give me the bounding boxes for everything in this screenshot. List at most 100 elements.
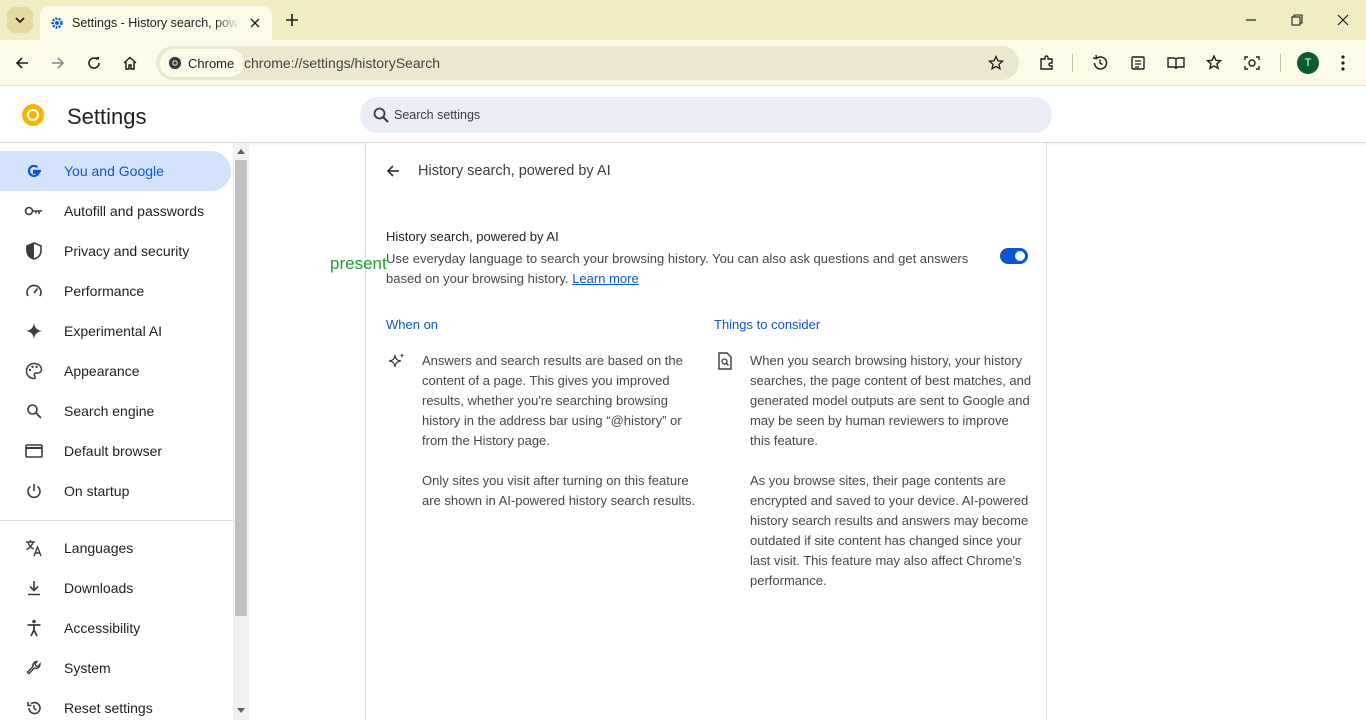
sidebar-item-performance[interactable]: Performance — [0, 271, 231, 311]
tab-title: Settings - History search, powered by AI — [72, 16, 240, 30]
profile-avatar[interactable]: T — [1297, 52, 1319, 74]
things-to-consider-heading: Things to consider — [714, 317, 821, 332]
when-on-heading: When on — [386, 317, 439, 332]
url-text[interactable]: chrome://settings/historySearch — [244, 55, 440, 71]
feature-description: Use everyday language to search your bro… — [386, 249, 971, 289]
search-box[interactable] — [360, 97, 1052, 133]
accessibility-icon — [23, 617, 45, 639]
plus-icon — [286, 14, 298, 26]
minimize-icon — [1246, 19, 1256, 21]
when-on-paragraph-2: Only sites you visit after turning on th… — [422, 473, 696, 508]
sidebar-item-system[interactable]: System — [0, 648, 231, 688]
google-g-icon — [23, 160, 45, 182]
sidebar-item-default-browser[interactable]: Default browser — [0, 431, 231, 471]
home-button[interactable] — [118, 51, 142, 75]
tab-search-button[interactable] — [7, 7, 33, 33]
minimize-button[interactable] — [1239, 8, 1263, 32]
scrollbar-thumb[interactable] — [235, 160, 247, 616]
subpage-title: History search, powered by AI — [418, 163, 611, 179]
forward-button[interactable] — [46, 51, 70, 75]
active-tab[interactable]: Settings - History search, powered by AI — [40, 6, 272, 40]
history-button[interactable] — [1088, 51, 1112, 75]
when-on-paragraph-1: Answers and search results are based on … — [422, 353, 683, 448]
sidebar-item-reset[interactable]: Reset settings — [0, 688, 231, 720]
sidebar-item-search-engine[interactable]: Search engine — [0, 391, 231, 431]
sparkle-icon — [23, 320, 45, 342]
sidebar-item-autofill[interactable]: Autofill and passwords — [0, 191, 231, 231]
settings-card: History search, powered by AI History se… — [365, 143, 1047, 720]
close-window-button[interactable] — [1331, 8, 1355, 32]
scroll-down-icon — [237, 708, 245, 713]
toolbar-divider — [1280, 54, 1281, 72]
sidebar: You and Google Autofill and passwords Pr… — [0, 143, 233, 720]
bookmarks-button[interactable] — [1202, 51, 1226, 75]
sidebar-divider — [0, 520, 233, 521]
sidebar-item-label: Languages — [64, 540, 134, 556]
sidebar-item-experimental-ai[interactable]: Experimental AI — [0, 311, 231, 351]
translate-icon — [23, 537, 45, 559]
reading-list-button[interactable] — [1126, 51, 1150, 75]
download-icon — [23, 577, 45, 599]
gear-icon — [51, 17, 63, 29]
sidebar-item-you-and-google[interactable]: You and Google — [0, 151, 231, 191]
new-tab-button[interactable] — [282, 10, 302, 30]
browser-window-icon — [23, 440, 45, 462]
sidebar-item-label: Performance — [64, 283, 145, 299]
palette-icon — [23, 360, 45, 382]
list-icon — [1131, 56, 1145, 70]
search-input[interactable] — [394, 97, 994, 133]
consider-paragraph-1: When you search browsing history, your h… — [750, 353, 1032, 448]
consider-paragraph-2: As you browse sites, their page contents… — [750, 473, 1029, 588]
page-search-icon — [715, 351, 735, 371]
reload-button[interactable] — [82, 51, 106, 75]
back-arrow-button[interactable] — [382, 160, 404, 182]
reading-mode-button[interactable] — [1164, 51, 1188, 75]
sidebar-item-on-startup[interactable]: On startup — [0, 471, 231, 511]
sidebar-item-languages[interactable]: Languages — [0, 528, 231, 568]
sidebar-item-accessibility[interactable]: Accessibility — [0, 608, 231, 648]
back-button[interactable] — [10, 51, 34, 75]
sidebar-item-label: You and Google — [64, 163, 164, 179]
learn-more-link[interactable]: Learn more — [572, 271, 638, 286]
search-icon — [23, 400, 45, 422]
sidebar-scrollbar[interactable] — [233, 143, 249, 720]
menu-button[interactable] — [1331, 51, 1355, 75]
history-icon — [1092, 54, 1108, 70]
sidebar-item-label: Downloads — [64, 580, 134, 596]
sidebar-item-label: Reset settings — [64, 700, 153, 716]
shield-icon — [23, 240, 45, 262]
lens-icon — [1244, 56, 1260, 70]
site-info-chip[interactable]: Chrome — [160, 49, 245, 77]
home-icon — [123, 56, 137, 70]
sidebar-item-label: Autofill and passwords — [64, 203, 205, 219]
tab-close-button[interactable] — [246, 14, 264, 32]
power-icon — [23, 480, 45, 502]
arrow-left-icon — [386, 165, 399, 177]
sidebar-item-privacy[interactable]: Privacy and security — [0, 231, 231, 271]
lens-button[interactable] — [1240, 51, 1264, 75]
restore-icon — [1291, 14, 1303, 26]
address-bar[interactable]: Chrome chrome://settings/historySearch — [156, 46, 1019, 80]
chip-label: Chrome — [188, 55, 235, 71]
extensions-button[interactable] — [1035, 51, 1059, 75]
speedometer-icon — [23, 280, 45, 302]
chevron-down-icon — [15, 17, 25, 24]
settings-logo-icon — [22, 104, 44, 126]
history-search-toggle[interactable] — [1000, 248, 1028, 264]
sparkle-icon — [387, 351, 407, 371]
reload-icon — [88, 57, 100, 69]
sidebar-item-label: Default browser — [64, 443, 163, 459]
sidebar-item-downloads[interactable]: Downloads — [0, 568, 231, 608]
close-icon — [250, 18, 260, 28]
arrow-left-icon — [15, 57, 28, 69]
sidebar-item-appearance[interactable]: Appearance — [0, 351, 231, 391]
settings-header: Settings — [0, 87, 1366, 143]
toolbar-divider — [1072, 54, 1073, 72]
overlay-label: present — [330, 254, 387, 273]
feature-description-text: Use everyday language to search your bro… — [386, 251, 969, 286]
star-list-icon — [1205, 54, 1223, 70]
more-vert-icon — [1341, 55, 1345, 71]
bookmark-star-button[interactable] — [985, 52, 1007, 74]
restore-button[interactable] — [1285, 8, 1309, 32]
sidebar-item-label: Accessibility — [64, 620, 141, 636]
